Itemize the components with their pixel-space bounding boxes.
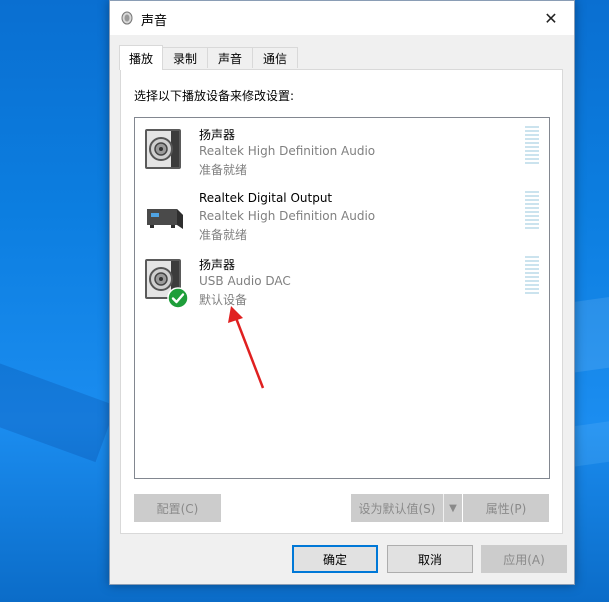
- tab-playback[interactable]: 播放: [119, 45, 163, 70]
- arrow-shaft: [234, 317, 265, 389]
- arrow-head: [228, 306, 243, 323]
- annotation-arrow: [228, 306, 265, 389]
